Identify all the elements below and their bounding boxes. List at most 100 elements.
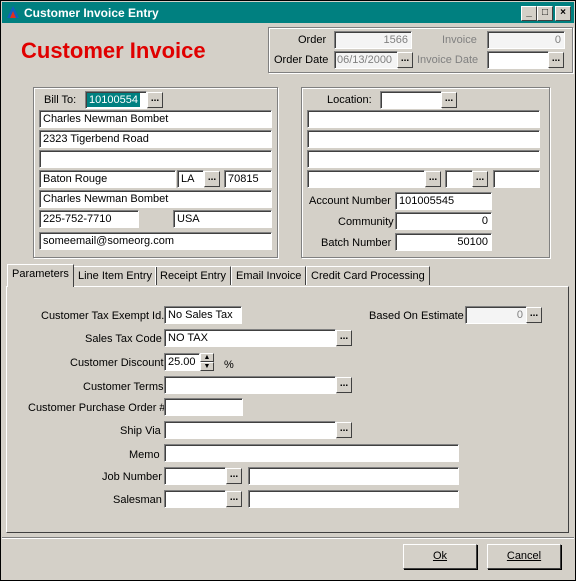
- ellipsis-icon: ...: [150, 93, 160, 104]
- based-on-estimate-field[interactable]: 0: [465, 306, 527, 324]
- customer-terms-label: Customer Terms: [83, 381, 164, 393]
- bill-to-phone-field[interactable]: 225-752-7710: [39, 210, 139, 228]
- bill-to-state-lookup-button[interactable]: ...: [204, 171, 220, 187]
- tax-exempt-label: Customer Tax Exempt Id.: [41, 310, 165, 322]
- bill-to-state-field[interactable]: LA: [177, 170, 204, 188]
- arrow-up-icon: ▲: [203, 354, 211, 361]
- ellipsis-icon: ...: [529, 308, 539, 319]
- order-date-field[interactable]: 06/13/2000: [334, 51, 398, 69]
- ellipsis-icon: ...: [207, 172, 217, 183]
- memo-label: Memo: [129, 449, 160, 461]
- invoice-field[interactable]: 0: [487, 31, 565, 49]
- batch-number-label: Batch Number: [321, 237, 392, 249]
- customer-discount-field[interactable]: 25.00: [164, 353, 200, 371]
- window-title: Customer Invoice Entry: [24, 6, 159, 20]
- discount-spinner[interactable]: ▲ ▼: [200, 353, 214, 371]
- based-on-estimate-label: Based On Estimate: [369, 310, 464, 322]
- bill-to-contact-field[interactable]: Charles Newman Bombet: [39, 190, 272, 208]
- batch-number-field[interactable]: 50100: [395, 233, 492, 251]
- bill-to-zip-field[interactable]: 70815: [224, 170, 272, 188]
- sales-tax-code-lookup-button[interactable]: ...: [336, 330, 352, 346]
- order-date-picker-button[interactable]: ...: [397, 52, 413, 68]
- bill-to-city-field[interactable]: Baton Rouge: [39, 170, 176, 188]
- community-field[interactable]: 0: [395, 212, 492, 230]
- bill-to-label: Bill To:: [44, 94, 77, 106]
- memo-field[interactable]: [164, 444, 459, 462]
- ellipsis-icon: ...: [475, 172, 485, 183]
- bill-to-country-field[interactable]: USA: [173, 210, 272, 228]
- ellipsis-icon: ...: [339, 331, 349, 342]
- customer-terms-field[interactable]: [164, 376, 336, 394]
- ship-via-lookup-button[interactable]: ...: [336, 422, 352, 438]
- job-number-field[interactable]: [164, 467, 226, 485]
- invoice-date-picker-button[interactable]: ...: [548, 52, 564, 68]
- bill-to-name-field[interactable]: Charles Newman Bombet: [39, 110, 272, 128]
- bill-to-id-value: 10100554: [87, 93, 140, 107]
- tab-credit-card-processing[interactable]: Credit Card Processing: [306, 266, 430, 285]
- location-label: Location:: [327, 94, 372, 106]
- customer-terms-lookup-button[interactable]: ...: [336, 377, 352, 393]
- ellipsis-icon: ...: [339, 378, 349, 389]
- based-on-estimate-lookup-button[interactable]: ...: [526, 307, 542, 323]
- account-number-field[interactable]: 101005545: [395, 192, 492, 210]
- footer-divider: [2, 537, 574, 539]
- ellipsis-icon: ...: [339, 423, 349, 434]
- minimize-button[interactable]: _: [521, 6, 537, 21]
- tab-email-invoice[interactable]: Email Invoice: [231, 266, 307, 285]
- community-label: Community: [338, 216, 394, 228]
- bill-to-lookup-button[interactable]: ...: [147, 92, 163, 108]
- order-field[interactable]: 1566: [334, 31, 412, 49]
- tax-exempt-field[interactable]: No Sales Tax: [164, 306, 242, 324]
- salesman-lookup-button[interactable]: ...: [226, 491, 242, 507]
- ok-button-label: Ok: [432, 550, 448, 562]
- maximize-icon: □: [541, 7, 549, 18]
- purchase-order-field[interactable]: [164, 398, 243, 416]
- spin-down-button[interactable]: ▼: [200, 362, 214, 371]
- location-field[interactable]: [380, 91, 442, 109]
- customer-discount-label: Customer Discount: [70, 357, 164, 369]
- job-number-description-field[interactable]: [248, 467, 459, 485]
- ellipsis-icon: ...: [229, 492, 239, 503]
- bill-to-address1-field[interactable]: 2323 Tigerbend Road: [39, 130, 272, 148]
- app-icon: [7, 6, 19, 18]
- location-line2-field[interactable]: [307, 130, 540, 148]
- spin-up-button[interactable]: ▲: [200, 353, 214, 362]
- ellipsis-icon: ...: [444, 93, 454, 104]
- order-label: Order: [298, 34, 327, 46]
- location-city-field[interactable]: [307, 170, 425, 188]
- salesman-label: Salesman: [113, 494, 162, 506]
- location-city-lookup-button[interactable]: ...: [425, 171, 441, 187]
- invoice-date-field[interactable]: [487, 51, 549, 69]
- cancel-button[interactable]: Cancel: [487, 544, 561, 569]
- ship-via-field[interactable]: [164, 421, 336, 439]
- close-button[interactable]: ×: [555, 6, 571, 21]
- salesman-field[interactable]: [164, 490, 226, 508]
- sales-tax-code-field[interactable]: NO TAX: [164, 329, 336, 347]
- job-number-lookup-button[interactable]: ...: [226, 468, 242, 484]
- ellipsis-icon: ...: [229, 469, 239, 480]
- location-zip-field[interactable]: [493, 170, 540, 188]
- salesman-description-field[interactable]: [248, 490, 459, 508]
- location-line3-field[interactable]: [307, 150, 540, 168]
- invoice-label: Invoice: [442, 34, 477, 46]
- ellipsis-icon: ...: [400, 53, 410, 64]
- location-line1-field[interactable]: [307, 110, 540, 128]
- bill-to-address2-field[interactable]: [39, 150, 272, 168]
- purchase-order-label: Customer Purchase Order #: [28, 402, 166, 414]
- order-date-label: Order Date: [274, 54, 329, 66]
- bill-to-email-field[interactable]: someemail@someorg.com: [39, 232, 272, 250]
- tab-line-item-entry[interactable]: Line Item Entry: [73, 266, 157, 285]
- tab-receipt-entry[interactable]: Receipt Entry: [155, 266, 232, 285]
- ellipsis-icon: ...: [428, 172, 438, 183]
- sales-tax-code-label: Sales Tax Code: [85, 333, 162, 345]
- page-title: Customer Invoice: [21, 38, 206, 63]
- cancel-button-label: Cancel: [506, 550, 542, 562]
- title-bar[interactable]: Customer Invoice Entry _ □ ×: [2, 2, 574, 23]
- maximize-button[interactable]: □: [537, 6, 553, 21]
- location-lookup-button[interactable]: ...: [441, 92, 457, 108]
- location-state-field[interactable]: [445, 170, 473, 188]
- location-state-lookup-button[interactable]: ...: [472, 171, 488, 187]
- ok-button[interactable]: Ok: [403, 544, 477, 569]
- bill-to-id-field[interactable]: 10100554: [85, 91, 147, 109]
- tab-parameters[interactable]: Parameters: [7, 264, 74, 287]
